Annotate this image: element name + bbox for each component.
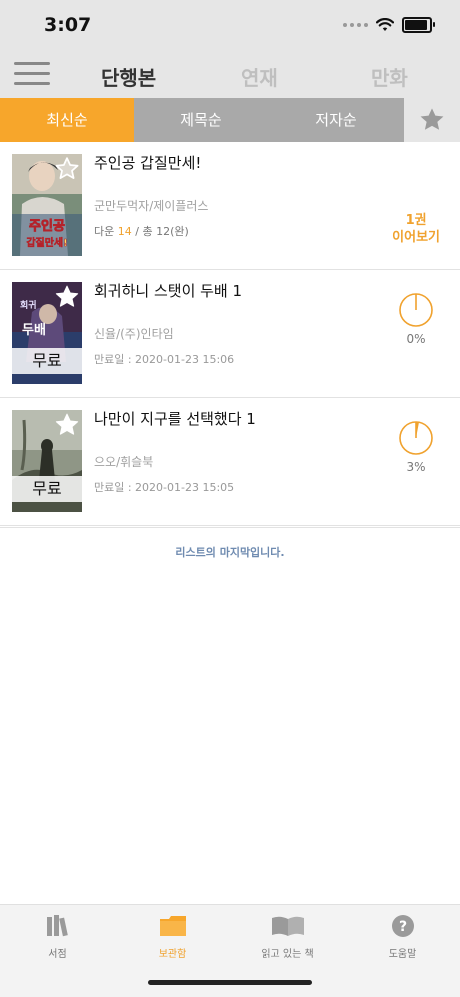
nav-reading[interactable]: 읽고 있는 책 bbox=[230, 911, 345, 960]
book-author: 으오/휘슬북 bbox=[94, 455, 154, 469]
folder-icon bbox=[115, 911, 230, 941]
star-icon[interactable] bbox=[54, 412, 80, 438]
sort-latest[interactable]: 최신순 bbox=[0, 98, 134, 142]
book-title: 회귀하니 스탯이 두배 1 bbox=[94, 282, 243, 300]
home-indicator bbox=[148, 980, 312, 985]
help-icon: ? bbox=[345, 911, 460, 941]
open-book-icon bbox=[230, 911, 345, 941]
book-cover[interactable]: 회귀 두배 무료 bbox=[12, 282, 82, 384]
expiry-date: 만료일 : 2020-01-23 15:05 bbox=[94, 481, 235, 494]
nav-locker[interactable]: 보관함 bbox=[115, 911, 230, 960]
expiry-date: 만료일 : 2020-01-23 15:06 bbox=[94, 353, 235, 366]
book-author: 신율/(주)인타임 bbox=[94, 327, 174, 341]
reading-progress: 0% bbox=[398, 292, 434, 346]
free-badge: 무료 bbox=[12, 348, 82, 374]
list-item[interactable]: 회귀 두배 무료 회귀하니 스탯이 두배 1 신율/(주)인타임 만료일 : 2… bbox=[0, 270, 460, 398]
tab-serial[interactable]: 연재 bbox=[241, 62, 278, 91]
progress-fill bbox=[416, 422, 419, 438]
book-title: 나만이 지구를 선택했다 1 bbox=[94, 410, 256, 428]
tab-single-volume[interactable]: 단행본 bbox=[101, 62, 156, 91]
continue-label: 이어보기 bbox=[392, 230, 440, 245]
svg-text:회귀: 회귀 bbox=[20, 299, 37, 311]
bookshelf-icon bbox=[0, 911, 115, 941]
continue-volume: 1권 bbox=[405, 213, 427, 228]
list-item[interactable]: 주인공 갑질만세! 주인공 갑질만세! 군만두먹자/제이플러스 다운 14 / … bbox=[0, 142, 460, 270]
star-icon[interactable] bbox=[54, 284, 80, 310]
tab-comics[interactable]: 만화 bbox=[371, 62, 408, 91]
favorites-filter-button[interactable] bbox=[404, 98, 460, 142]
book-author: 군만두먹자/제이플러스 bbox=[94, 199, 209, 213]
app-header: 단행본 연재 만화 bbox=[0, 50, 460, 98]
list-item[interactable]: 무료 나만이 지구를 선택했다 1 으오/휘슬북 만료일 : 2020-01-2… bbox=[0, 398, 460, 526]
svg-text:갑질만세!: 갑질만세! bbox=[26, 236, 67, 249]
signal-icon bbox=[343, 23, 368, 27]
total-volumes: 총 12(완) bbox=[142, 225, 189, 238]
star-outline-icon[interactable] bbox=[54, 156, 80, 182]
download-info: 다운 14 / 총 12(완) bbox=[94, 223, 189, 239]
progress-percent: 0% bbox=[406, 332, 426, 346]
book-title: 주인공 갑질만세! bbox=[94, 154, 202, 172]
book-list: 주인공 갑질만세! 주인공 갑질만세! 군만두먹자/제이플러스 다운 14 / … bbox=[0, 142, 460, 526]
progress-ring bbox=[399, 421, 433, 455]
nav-label: 보관함 bbox=[158, 949, 187, 960]
reading-progress: 3% bbox=[398, 420, 434, 474]
nav-label: 읽고 있는 책 bbox=[261, 949, 314, 960]
svg-text:두배: 두배 bbox=[22, 322, 46, 338]
list-end-message: 리스트의 마지막입니다. bbox=[0, 527, 460, 560]
sort-author[interactable]: 저자순 bbox=[268, 98, 404, 142]
nav-bookstore[interactable]: 서점 bbox=[0, 911, 115, 960]
hamburger-menu-icon[interactable] bbox=[14, 62, 50, 86]
download-label: 다운 bbox=[94, 225, 115, 238]
battery-icon bbox=[402, 17, 435, 33]
download-count: 14 bbox=[117, 225, 132, 238]
status-time: 3:07 bbox=[44, 14, 92, 36]
status-bar: 3:07 bbox=[0, 0, 460, 50]
progress-ring bbox=[399, 293, 433, 327]
svg-text:주인공: 주인공 bbox=[29, 218, 65, 234]
progress-percent: 3% bbox=[406, 460, 426, 474]
nav-help[interactable]: ? 도움말 bbox=[345, 911, 460, 960]
nav-label: 도움말 bbox=[388, 949, 417, 960]
book-cover[interactable]: 주인공 갑질만세! bbox=[12, 154, 82, 256]
book-cover[interactable]: 무료 bbox=[12, 410, 82, 512]
status-icons bbox=[343, 17, 435, 33]
nav-label: 서점 bbox=[48, 949, 67, 960]
meta-separator: / bbox=[135, 225, 139, 238]
star-icon bbox=[420, 108, 444, 130]
continue-reading-button[interactable]: 1권 이어보기 bbox=[392, 212, 440, 246]
sort-title[interactable]: 제목순 bbox=[134, 98, 268, 142]
wifi-icon bbox=[376, 18, 394, 31]
sort-bar: 최신순 제목순 저자순 bbox=[0, 98, 460, 142]
free-badge: 무료 bbox=[12, 476, 82, 502]
svg-text:?: ? bbox=[398, 919, 406, 935]
